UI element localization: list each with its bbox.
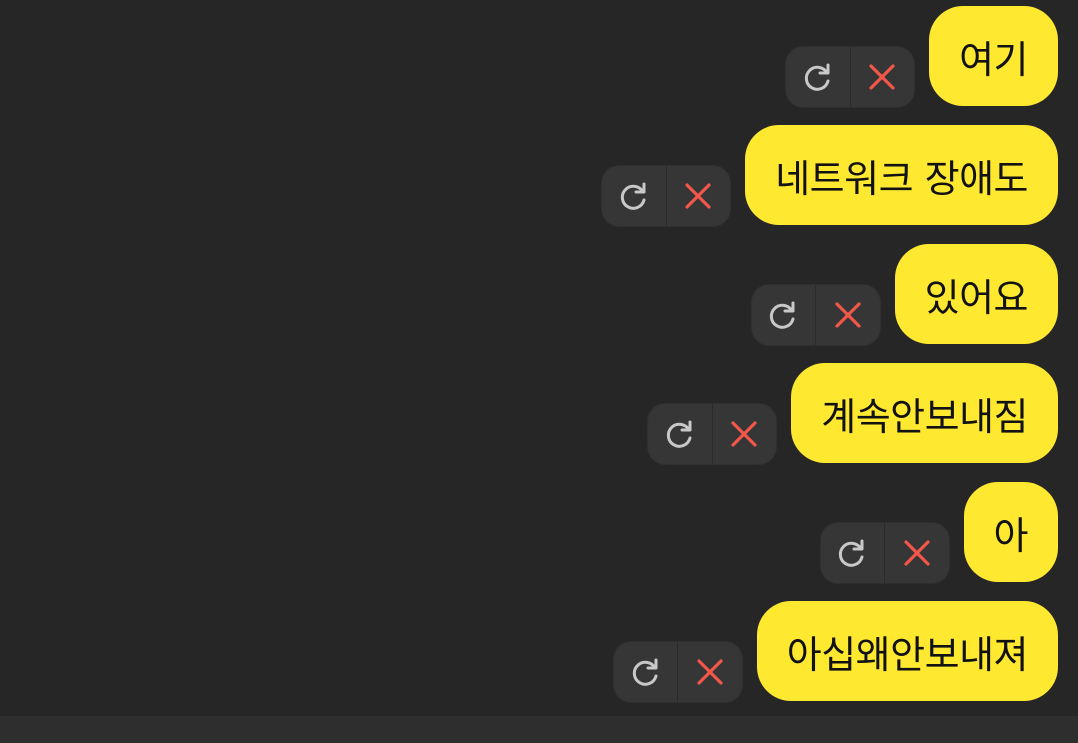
delete-button[interactable] [711, 404, 777, 464]
retry-button[interactable] [786, 47, 850, 107]
message-text: 있어요 [924, 275, 1029, 320]
delete-button[interactable] [849, 47, 915, 107]
message-bubble[interactable]: 여기 [929, 6, 1058, 106]
message-bubble[interactable]: 아십왜안보내져 [756, 601, 1058, 701]
message-text: 계속안보내짐 [821, 394, 1028, 439]
failed-message-controls [612, 641, 743, 703]
failed-message-controls [647, 403, 778, 465]
retry-button[interactable] [752, 285, 816, 345]
delete-button[interactable] [884, 523, 949, 583]
message-bubble[interactable]: 계속안보내짐 [791, 363, 1058, 463]
failed-message-controls [601, 165, 732, 227]
message-text: 아 [993, 513, 1029, 558]
message-row: 계속안보내짐 [647, 363, 1058, 465]
retry-button[interactable] [821, 523, 885, 583]
message-row: 아십왜안보내져 [612, 601, 1058, 703]
retry-button[interactable] [648, 404, 712, 464]
delete-icon [697, 659, 723, 685]
failed-message-controls [750, 284, 881, 346]
message-row: 여기 [785, 6, 1058, 108]
retry-icon [839, 539, 864, 567]
failed-message-controls [785, 46, 916, 108]
delete-icon [731, 421, 758, 447]
retry-icon [770, 301, 795, 329]
message-row: 네트워크 장애도 [601, 125, 1058, 227]
message-bubble[interactable]: 아 [963, 482, 1058, 582]
delete-icon [835, 302, 861, 328]
message-bubble[interactable]: 있어요 [894, 244, 1058, 344]
delete-icon [869, 64, 895, 90]
delete-icon [685, 183, 712, 209]
retry-icon [632, 658, 658, 686]
delete-button[interactable] [665, 166, 731, 226]
delete-button[interactable] [677, 642, 742, 702]
chat-message-list[interactable]: 여기 네트워크 장애도 있어요 계속안보내짐 아 아십왜안보내져 [0, 0, 1078, 716]
retry-icon [666, 420, 692, 448]
failed-message-controls [819, 522, 950, 584]
retry-icon [620, 182, 646, 210]
message-row: 있어요 [750, 244, 1058, 346]
message-text: 네트워크 장애도 [775, 156, 1028, 201]
message-bubble[interactable]: 네트워크 장애도 [745, 125, 1058, 225]
message-row: 아 [819, 482, 1058, 584]
retry-icon [804, 63, 830, 91]
retry-button[interactable] [614, 642, 678, 702]
message-text: 아십왜안보내져 [786, 632, 1029, 677]
delete-icon [904, 540, 930, 566]
retry-button[interactable] [602, 166, 666, 226]
delete-button[interactable] [815, 285, 880, 345]
message-text: 여기 [959, 37, 1028, 82]
input-bar-edge [0, 716, 1078, 743]
